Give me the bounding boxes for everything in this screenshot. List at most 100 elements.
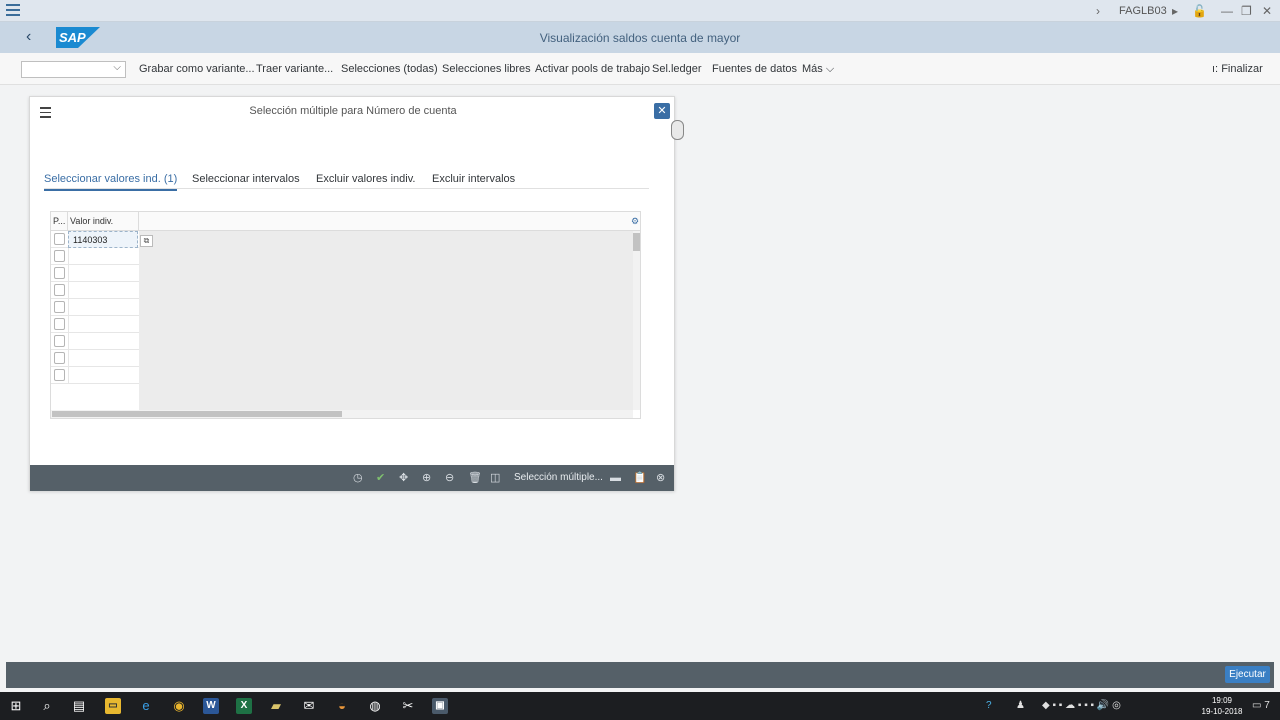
- row-select-checkbox[interactable]: [54, 233, 65, 245]
- row-select-checkbox[interactable]: [54, 352, 65, 364]
- dialog-close-button[interactable]: ✕: [654, 103, 670, 119]
- selection-options-icon[interactable]: ✥: [399, 472, 408, 484]
- row-select-checkbox[interactable]: [54, 318, 65, 330]
- close-window-icon[interactable]: ✕: [1262, 4, 1272, 18]
- table-row: [51, 248, 139, 265]
- lock-icon[interactable]: 🔓: [1192, 4, 1207, 18]
- paint-icon[interactable]: ◍: [367, 698, 383, 714]
- data-sources-button[interactable]: Fuentes de datos: [712, 63, 797, 75]
- vertical-scrollbar[interactable]: [633, 231, 640, 410]
- tab-exclude-ranges[interactable]: Excluir intervalos: [432, 173, 515, 189]
- horizontal-scrollbar[interactable]: [51, 410, 633, 418]
- sap-gui-icon[interactable]: ▣: [432, 698, 448, 714]
- save-variant-button[interactable]: Grabar como variante...: [139, 63, 255, 75]
- selection-tabs: Seleccionar valores ind. (1) Seleccionar…: [44, 173, 649, 191]
- chrome-icon[interactable]: ◉: [171, 698, 187, 714]
- columns-icon[interactable]: ◫: [490, 472, 500, 484]
- table-header: P... Valor indiv. ⚙: [51, 212, 640, 231]
- excel-icon[interactable]: X: [236, 698, 252, 714]
- mail-icon[interactable]: ✉: [301, 698, 317, 714]
- edge-icon[interactable]: e: [138, 698, 154, 714]
- tray-icons[interactable]: ◆ ▪ ▪ ☁ ▪ ▪ ▪ 🔊 ◎: [1042, 700, 1121, 711]
- play-icon[interactable]: ▸: [1172, 4, 1178, 18]
- row-select-checkbox[interactable]: [54, 284, 65, 296]
- tab-exclude-single-values[interactable]: Excluir valores indiv.: [316, 173, 415, 189]
- dialog-footer: ◷ ✔ ✥ ⊕ ⊖ 🗑 ◫ Selección múltiple... ▬ 📋 …: [30, 465, 674, 491]
- accept-icon[interactable]: ✔: [376, 472, 385, 484]
- select-ledger-button[interactable]: Sel.ledger: [652, 63, 702, 75]
- more-menu[interactable]: Más ⌵: [802, 63, 834, 76]
- variant-combo[interactable]: ⌵: [21, 61, 126, 78]
- people-icon[interactable]: ♟: [1016, 700, 1025, 711]
- single-value-cell[interactable]: [68, 299, 138, 316]
- clipboard-icon[interactable]: 📋: [633, 472, 647, 484]
- table-row: [51, 265, 139, 282]
- chevron-right-icon[interactable]: ›: [1096, 4, 1100, 18]
- free-selections-button[interactable]: Selecciones libres: [442, 63, 531, 75]
- close-icon: ✕: [657, 105, 667, 117]
- minimize-icon[interactable]: —: [1221, 4, 1233, 18]
- multiple-selection-button[interactable]: Selección múltiple...: [514, 472, 603, 483]
- table-row: [51, 316, 139, 333]
- single-value-cell[interactable]: [68, 282, 138, 299]
- chevron-down-icon: ⌵: [113, 62, 121, 73]
- app-icon[interactable]: ◒: [334, 698, 350, 714]
- get-variant-button[interactable]: Traer variante...: [256, 63, 333, 75]
- task-view-icon[interactable]: ▤: [71, 698, 87, 714]
- notification-icon[interactable]: ▭ 7: [1252, 700, 1270, 711]
- all-selections-button[interactable]: Selecciones (todas): [341, 63, 438, 75]
- single-value-cell[interactable]: 1140303: [68, 231, 138, 248]
- delete-line-icon[interactable]: ⊖: [445, 472, 454, 484]
- table-row: [51, 282, 139, 299]
- table-body: 1140303 ⧉: [51, 231, 633, 410]
- activate-worklists-button[interactable]: Activar pools de trabajo: [535, 63, 650, 75]
- snipping-icon[interactable]: ✂: [400, 698, 416, 714]
- single-value-cell[interactable]: [68, 265, 138, 282]
- insert-line-icon[interactable]: ⊕: [422, 472, 431, 484]
- dialog-title: Selección múltiple para Número de cuenta: [249, 105, 457, 117]
- cancel-icon[interactable]: ⊗: [656, 472, 665, 484]
- chevron-down-icon: ⌵: [825, 63, 835, 75]
- single-value-cell[interactable]: [68, 350, 138, 367]
- tab-select-single-values[interactable]: Seleccionar valores ind. (1): [44, 173, 178, 191]
- shell-header: ‹ SAP Visualización saldos cuenta de may…: [0, 22, 1280, 53]
- windows-start-icon[interactable]: ⊞: [8, 698, 24, 714]
- single-value-cell[interactable]: [68, 248, 138, 265]
- menu-icon[interactable]: [6, 4, 20, 18]
- toolbar: ⌵ Grabar como variante... Traer variante…: [0, 53, 1280, 85]
- single-value-cell[interactable]: [68, 333, 138, 350]
- sap-logon-icon[interactable]: ▰: [268, 698, 284, 714]
- settings-icon[interactable]: ⚙: [631, 216, 639, 227]
- word-icon[interactable]: W: [203, 698, 219, 714]
- row-select-checkbox[interactable]: [54, 250, 65, 262]
- row-select-checkbox[interactable]: [54, 267, 65, 279]
- restore-icon[interactable]: ❐: [1241, 4, 1252, 18]
- windows-taskbar: ⊞ ⌕ ▤ ▭ e ◉ W X ▰ ✉ ◒ ◍ ✂ ▣ ? ♟ ◆ ▪ ▪ ☁ …: [0, 692, 1280, 720]
- trash-icon[interactable]: 🗑: [468, 472, 482, 484]
- help-icon[interactable]: ?: [986, 700, 992, 711]
- history-icon[interactable]: ◷: [353, 472, 363, 484]
- mouse-cursor-icon: [671, 120, 684, 140]
- search-icon[interactable]: ⌕: [39, 698, 55, 714]
- row-select-checkbox[interactable]: [54, 335, 65, 347]
- table-row: [51, 299, 139, 316]
- row-select-checkbox[interactable]: [54, 369, 65, 381]
- column-header-p[interactable]: P...: [53, 216, 65, 226]
- exit-icon: ı:: [1212, 63, 1219, 75]
- single-value-cell[interactable]: [68, 367, 138, 384]
- table-row: [51, 333, 139, 350]
- file-explorer-icon[interactable]: ▭: [105, 698, 121, 714]
- table-row: [51, 350, 139, 367]
- table-row: [51, 367, 139, 384]
- value-help-icon[interactable]: ⧉: [140, 235, 153, 247]
- multiple-selection-dialog: Selección múltiple para Número de cuenta…: [29, 96, 675, 491]
- row-select-checkbox[interactable]: [54, 301, 65, 313]
- transaction-code: FAGLB03: [1119, 5, 1167, 17]
- column-header-value[interactable]: Valor indiv.: [70, 216, 113, 226]
- single-value-cell[interactable]: [68, 316, 138, 333]
- tab-select-ranges[interactable]: Seleccionar intervalos: [192, 173, 300, 189]
- clock[interactable]: 19:09 19-10-2018: [1200, 695, 1244, 717]
- finalize-button[interactable]: ı: Finalizar: [1212, 63, 1263, 75]
- execute-button[interactable]: Ejecutar: [1225, 666, 1270, 683]
- upload-icon[interactable]: ▬: [610, 472, 621, 484]
